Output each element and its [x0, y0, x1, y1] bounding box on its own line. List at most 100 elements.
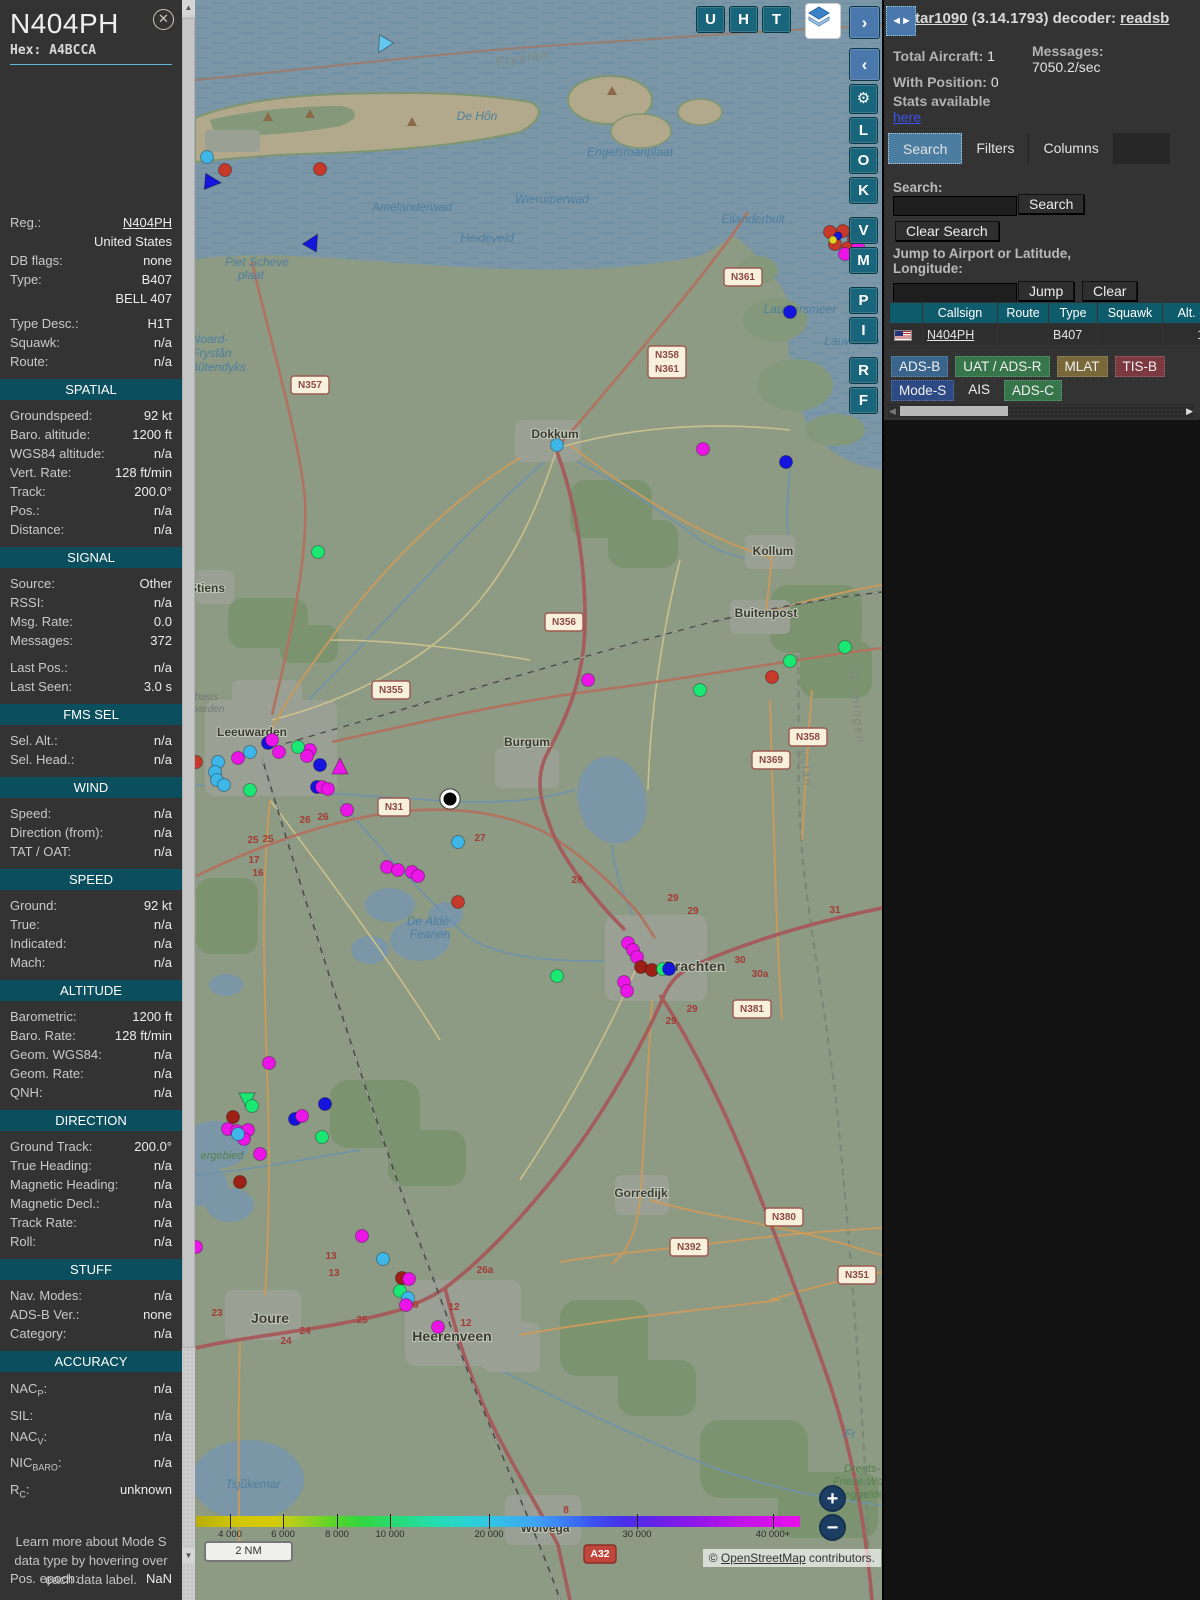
- map-button-r[interactable]: R: [849, 357, 878, 384]
- jump-input[interactable]: [893, 283, 1017, 303]
- map-canvas[interactable]: Fryslân De Hôn Engelsmanplaat Amelanderwad W…: [195, 0, 882, 1600]
- aircraft-marker[interactable]: [218, 163, 232, 177]
- close-icon[interactable]: ✕: [153, 9, 174, 30]
- aircraft-marker[interactable]: [295, 1109, 309, 1123]
- aircraft-marker[interactable]: [779, 455, 793, 469]
- legend-ads-c[interactable]: ADS-C: [1004, 380, 1063, 401]
- table-h-scrollbar[interactable]: ◀ ▶: [888, 404, 1194, 418]
- sidebar-scrollbar[interactable]: ▲ ▼: [182, 0, 195, 1600]
- legend-mlat[interactable]: MLAT: [1056, 356, 1108, 377]
- zoom-out-button[interactable]: −: [819, 1514, 846, 1541]
- aircraft-marker[interactable]: [765, 670, 779, 684]
- decoder-link[interactable]: readsb: [1120, 10, 1169, 27]
- legend-ais[interactable]: AIS: [961, 380, 997, 401]
- aircraft-marker[interactable]: [696, 442, 710, 456]
- tab-filters[interactable]: Filters: [962, 133, 1030, 164]
- aircraft-marker[interactable]: [243, 783, 257, 797]
- settings-gear-icon[interactable]: ⚙: [849, 84, 878, 114]
- map-button-u[interactable]: U: [696, 6, 725, 33]
- aircraft-marker[interactable]: [243, 745, 257, 759]
- map-svg[interactable]: Fryslân De Hôn Engelsmanplaat Amelanderwad W…: [195, 0, 882, 1600]
- search-input[interactable]: [893, 196, 1017, 216]
- legend-uat-ads-r[interactable]: UAT / ADS-R: [955, 356, 1050, 377]
- search-button[interactable]: Search: [1018, 194, 1085, 214]
- aircraft-marker[interactable]: [662, 962, 676, 976]
- jump-button[interactable]: Jump: [1018, 281, 1075, 301]
- aircraft-marker[interactable]: [321, 782, 335, 796]
- panel-open-icon[interactable]: ›: [849, 6, 880, 39]
- map-button-p[interactable]: P: [849, 287, 878, 314]
- stats-here-link[interactable]: here: [893, 109, 921, 125]
- aircraft-marker[interactable]: [313, 162, 327, 176]
- legend-tis-b[interactable]: TIS-B: [1114, 356, 1166, 377]
- aircraft-marker[interactable]: [245, 1099, 259, 1113]
- aircraft-marker[interactable]: [550, 438, 564, 452]
- aircraft-marker[interactable]: [431, 1320, 445, 1334]
- aircraft-marker[interactable]: [581, 673, 595, 687]
- map-button-h[interactable]: H: [729, 6, 758, 33]
- scroll-right-icon[interactable]: ▶: [1186, 405, 1193, 417]
- jump-clear-button[interactable]: Clear: [1082, 281, 1138, 301]
- aircraft-marker[interactable]: [340, 803, 354, 817]
- aircraft-marker[interactable]: [376, 1252, 390, 1266]
- panel-collapse-icon[interactable]: ◄►: [886, 6, 916, 36]
- aircraft-marker[interactable]: [451, 895, 465, 909]
- col-header-Alt. (ft)[interactable]: Alt. (ft): [1162, 302, 1200, 324]
- aircraft-marker[interactable]: [231, 1127, 245, 1141]
- aircraft-marker[interactable]: [620, 984, 634, 998]
- selected-aircraft-marker[interactable]: [439, 788, 461, 810]
- aircraft-marker[interactable]: [262, 1056, 276, 1070]
- panel-close-icon[interactable]: ‹: [849, 48, 880, 81]
- aircraft-marker[interactable]: [355, 1229, 369, 1243]
- scrollbar-thumb[interactable]: [182, 18, 195, 1348]
- aircraft-marker[interactable]: [451, 835, 465, 849]
- app-title-link[interactable]: tar1090: [915, 10, 968, 27]
- map-button-f[interactable]: F: [849, 387, 878, 414]
- aircraft-marker[interactable]: [313, 758, 327, 772]
- tab-columns[interactable]: Columns: [1029, 133, 1114, 164]
- aircraft-marker[interactable]: [265, 733, 279, 747]
- layers-icon[interactable]: [805, 3, 841, 39]
- table-row[interactable]: N404PHB4071200: [889, 323, 1200, 346]
- map-button-t[interactable]: T: [762, 6, 791, 33]
- map-button-v[interactable]: V: [849, 217, 878, 244]
- aircraft-marker[interactable]: [200, 150, 214, 164]
- map-button-l[interactable]: L: [849, 117, 878, 144]
- col-header-flag[interactable]: [889, 302, 923, 324]
- zoom-in-button[interactable]: +: [819, 1485, 846, 1512]
- aircraft-marker[interactable]: [233, 1175, 247, 1189]
- scroll-up-icon[interactable]: ▲: [182, 0, 195, 15]
- aircraft-marker[interactable]: [828, 235, 838, 245]
- aircraft-marker[interactable]: [391, 863, 405, 877]
- aircraft-marker[interactable]: [838, 640, 852, 654]
- col-header-Route[interactable]: Route: [997, 302, 1049, 324]
- aircraft-marker[interactable]: [783, 654, 797, 668]
- scroll-left-icon[interactable]: ◀: [889, 405, 896, 417]
- aircraft-marker[interactable]: [231, 751, 245, 765]
- aircraft-marker[interactable]: [399, 1298, 413, 1312]
- map-button-k[interactable]: K: [849, 177, 878, 204]
- aircraft-marker[interactable]: [693, 683, 707, 697]
- aircraft-marker[interactable]: [318, 1097, 332, 1111]
- osm-link[interactable]: OpenStreetMap: [721, 1551, 806, 1565]
- aircraft-marker[interactable]: [311, 545, 325, 559]
- aircraft-marker[interactable]: [291, 740, 305, 754]
- map-button-i[interactable]: I: [849, 317, 878, 344]
- aircraft-marker[interactable]: [272, 745, 286, 759]
- h-scrollbar-thumb[interactable]: [900, 406, 1008, 416]
- aircraft-marker[interactable]: [226, 1110, 240, 1124]
- legend-ads-b[interactable]: ADS-B: [891, 356, 949, 377]
- map-button-m[interactable]: M: [849, 247, 878, 274]
- col-header-Type[interactable]: Type: [1048, 302, 1098, 324]
- aircraft-marker[interactable]: [217, 778, 231, 792]
- col-header-Squawk[interactable]: Squawk: [1097, 302, 1163, 324]
- map-button-o[interactable]: O: [849, 147, 878, 174]
- tab-search[interactable]: Search: [888, 133, 963, 164]
- col-header-Callsign[interactable]: Callsign: [922, 302, 998, 324]
- aircraft-marker[interactable]: [783, 305, 797, 319]
- clear-search-button[interactable]: Clear Search: [895, 221, 999, 241]
- aircraft-marker[interactable]: [402, 1272, 416, 1286]
- aircraft-marker[interactable]: [315, 1130, 329, 1144]
- registration-link[interactable]: N404PH: [41, 213, 172, 232]
- aircraft-marker[interactable]: [550, 969, 564, 983]
